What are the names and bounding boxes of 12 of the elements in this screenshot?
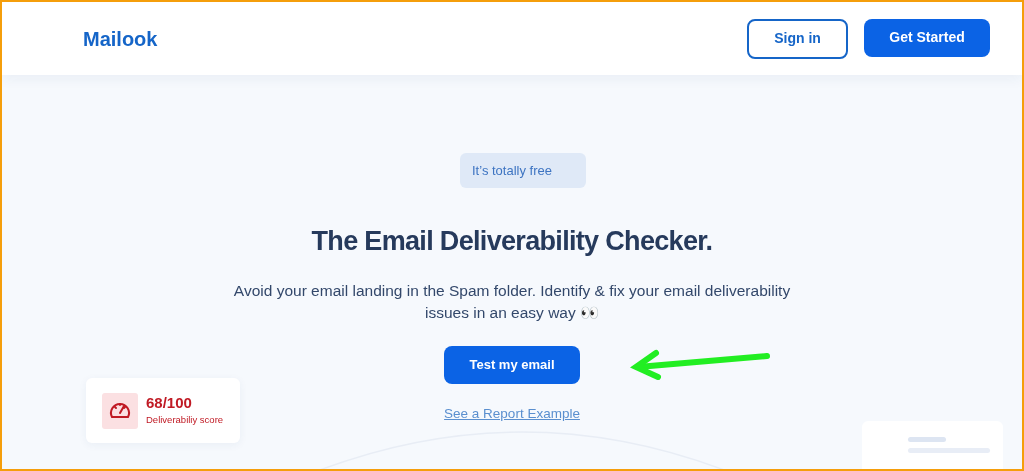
hero-title: The Email Deliverability Checker. xyxy=(311,225,713,258)
speedometer-icon xyxy=(102,392,138,429)
logo[interactable]: Mailook xyxy=(83,23,158,54)
report-example-link[interactable]: See a Report Example xyxy=(444,403,580,424)
sign-in-button[interactable]: Sign in xyxy=(747,18,848,59)
placeholder-line xyxy=(908,437,946,442)
score-label: Deliverabiliy score xyxy=(146,412,224,427)
free-badge: It’s totally free xyxy=(460,153,586,188)
get-started-button[interactable]: Get Started xyxy=(864,18,990,57)
hero-subtitle: Avoid your email landing in the Spam folder. Identify & fix your email deliverability issues in an easy way 👀 xyxy=(232,280,792,323)
score-value: 68/100 xyxy=(146,394,193,413)
test-email-button[interactable]: Test my email xyxy=(444,345,580,384)
